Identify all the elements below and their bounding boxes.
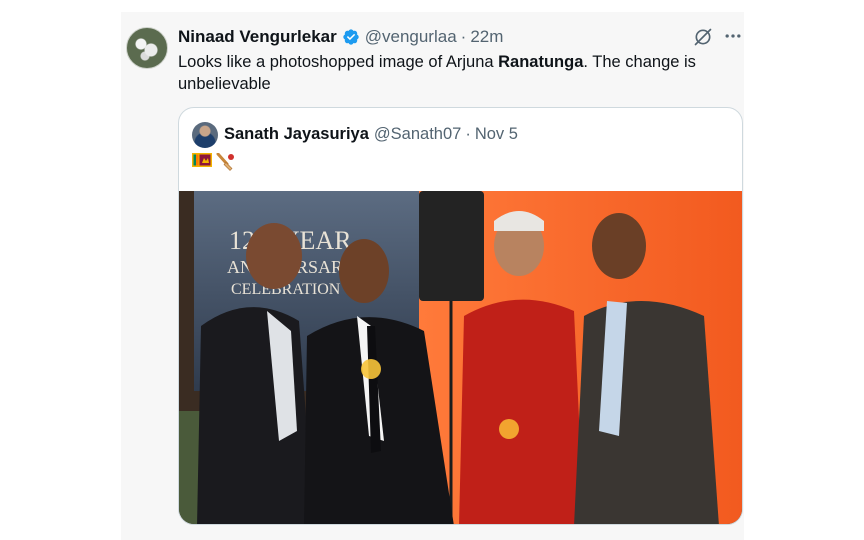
quote-separator-dot: · <box>465 125 471 143</box>
more-options-icon[interactable] <box>723 26 743 46</box>
sri-lanka-flag-icon <box>192 153 212 167</box>
verified-badge-icon <box>343 29 359 45</box>
tweet-text: Looks like a photoshopped image of Arjun… <box>178 51 723 95</box>
tweet-header: Ninaad Vengurlekar @vengurlaa · 22m <box>178 26 503 48</box>
author-avatar[interactable] <box>126 27 168 69</box>
speaker <box>419 191 484 301</box>
grok-icon[interactable] <box>693 27 713 47</box>
quoted-photo[interactable]: 12th YEAR ANNIVERSARY CELEBRATION <box>179 191 743 525</box>
quote-emojis <box>192 153 235 171</box>
quote-author-name[interactable]: Sanath Jayasuriya <box>224 125 369 144</box>
tweet-text-part-1: Looks like a photoshopped image of Arjun… <box>178 53 499 71</box>
tweet-text-bold: Ranatunga <box>498 53 584 71</box>
quote-date[interactable]: Nov 5 <box>475 125 518 144</box>
quote-author-avatar[interactable] <box>192 122 218 148</box>
tweet-timestamp[interactable]: 22m <box>470 27 503 47</box>
separator-dot: · <box>460 27 467 46</box>
quoted-tweet[interactable]: Sanath Jayasuriya @Sanath07 · Nov 5 YEAR… <box>178 107 743 525</box>
author-name[interactable]: Ninaad Vengurlekar <box>178 27 337 47</box>
author-handle[interactable]: @vengurlaa <box>365 27 457 47</box>
quote-header: Sanath Jayasuriya @Sanath07 · Nov 5 <box>224 125 518 144</box>
quote-author-handle[interactable]: @Sanath07 <box>374 125 461 144</box>
cricket-bat-icon <box>216 153 234 171</box>
